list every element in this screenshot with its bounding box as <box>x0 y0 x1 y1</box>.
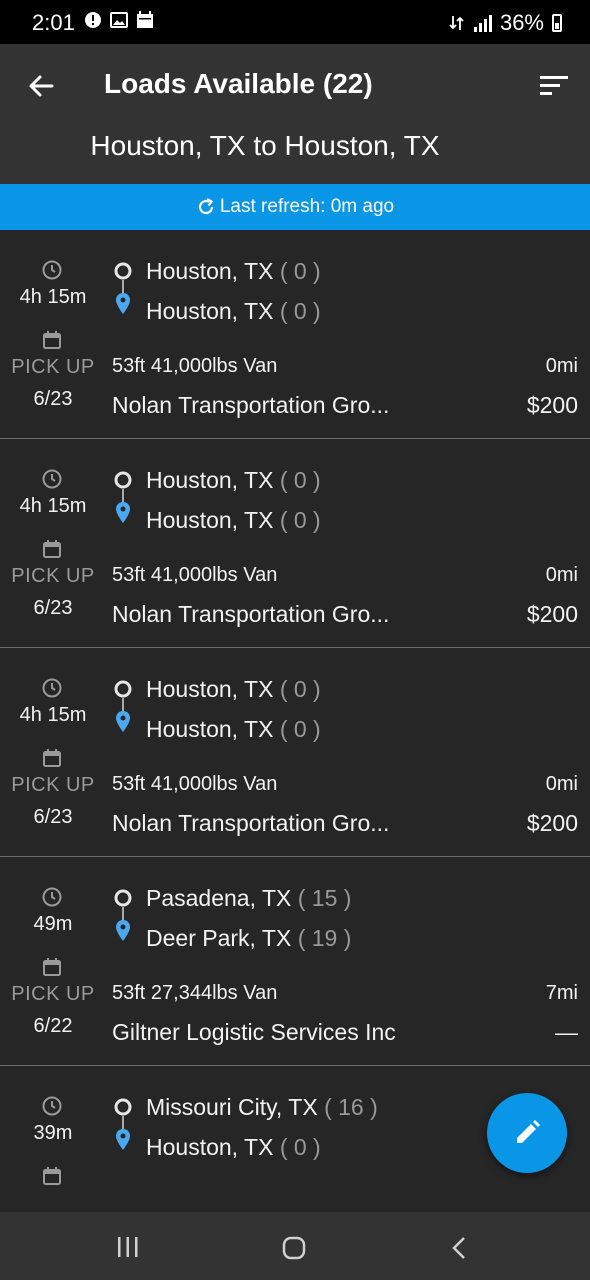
pickup-date: 6/23 <box>33 597 73 619</box>
dest-count: ( 0 ) <box>279 1134 321 1160</box>
origin-icon <box>114 680 132 698</box>
dest-city: Houston, TX ( 0 ) <box>146 298 321 324</box>
dest-city: Deer Park, TX ( 19 ) <box>146 925 352 951</box>
origin-count: ( 0 ) <box>279 676 321 702</box>
dest-city: Houston, TX ( 0 ) <box>146 507 321 533</box>
company-name: Nolan Transportation Gro... <box>112 601 390 627</box>
origin-city: Houston, TX ( 0 ) <box>146 467 321 493</box>
miles: 7mi <box>545 982 578 1004</box>
pickup-label: PICK UP <box>11 356 95 378</box>
arrow-left-icon[interactable] <box>22 66 62 106</box>
dest-city: Houston, TX ( 0 ) <box>146 716 321 742</box>
price: $200 <box>526 601 578 627</box>
image-icon <box>110 12 128 28</box>
company-name: Giltner Logistic Services Inc <box>112 1019 396 1045</box>
origin-count: ( 0 ) <box>279 467 321 493</box>
calendar-icon <box>43 1167 61 1185</box>
calendar-icon <box>137 11 153 28</box>
dest-count: ( 0 ) <box>279 716 321 742</box>
origin-count: ( 0 ) <box>279 258 321 284</box>
recent-apps-icon[interactable] <box>116 1236 140 1258</box>
home-icon[interactable] <box>282 1236 306 1260</box>
clock-icon <box>42 678 62 698</box>
loads-list[interactable]: 4h 15m PICK UP 6/23 Houston, TX ( 0 ) Ho… <box>0 230 590 1212</box>
route-subtitle: Houston, TX to Houston, TX <box>90 130 440 161</box>
load-duration: 39m <box>33 1122 73 1144</box>
page-title: Loads Available (22) <box>104 68 373 99</box>
calendar-icon <box>43 958 61 976</box>
pencil-icon <box>517 1120 540 1143</box>
back-nav-icon[interactable] <box>450 1236 468 1260</box>
pickup-label: PICK UP <box>11 774 95 796</box>
load-card[interactable]: 49m PICK UP 6/22 Pasadena, TX ( 15 ) Dee… <box>0 857 590 1066</box>
map-pin-icon <box>116 711 130 732</box>
calendar-icon <box>43 749 61 767</box>
load-duration: 49m <box>33 913 73 935</box>
load-card[interactable]: 4h 15m PICK UP 6/23 Houston, TX ( 0 ) Ho… <box>0 439 590 648</box>
edit-fab[interactable] <box>487 1093 567 1173</box>
dest-count: ( 19 ) <box>297 925 352 951</box>
app-header: Loads Available (22) Houston, TX to Hous… <box>0 44 590 184</box>
pickup-date: 6/22 <box>33 1015 73 1037</box>
calendar-icon <box>43 331 61 349</box>
status-bar: 2:01 36% <box>0 0 590 44</box>
clock-icon <box>42 1096 62 1116</box>
data-icon <box>449 16 464 30</box>
refresh-bar[interactable]: Last refresh: 0m ago <box>0 184 590 230</box>
load-card[interactable]: 4h 15m PICK UP 6/23 Houston, TX ( 0 ) Ho… <box>0 648 590 857</box>
refresh-text: Last refresh: 0m ago <box>219 196 395 217</box>
company-name: Nolan Transportation Gro... <box>112 810 390 836</box>
map-pin-icon <box>116 293 130 314</box>
miles: 0mi <box>545 355 578 377</box>
dest-count: ( 0 ) <box>279 298 321 324</box>
origin-count: ( 16 ) <box>324 1094 378 1120</box>
battery-icon <box>552 14 562 32</box>
status-time: 2:01 <box>32 10 75 35</box>
origin-city: Houston, TX ( 0 ) <box>146 258 321 284</box>
clock-icon <box>42 260 62 280</box>
map-pin-icon <box>116 1129 130 1150</box>
miles: 0mi <box>545 773 578 795</box>
price: $200 <box>526 392 578 418</box>
miles: 0mi <box>545 564 578 586</box>
origin-icon <box>114 889 132 907</box>
dest-city: Houston, TX ( 0 ) <box>146 1134 321 1160</box>
map-pin-icon <box>116 502 130 523</box>
alert-icon <box>85 12 101 28</box>
pickup-label: PICK UP <box>11 983 95 1005</box>
load-duration: 4h 15m <box>19 704 87 726</box>
load-duration: 4h 15m <box>19 495 87 517</box>
sort-icon[interactable] <box>534 66 574 106</box>
load-duration: 4h 15m <box>19 286 87 308</box>
map-pin-icon <box>116 920 130 941</box>
origin-icon <box>114 471 132 489</box>
origin-count: ( 15 ) <box>297 885 352 911</box>
origin-icon <box>114 262 132 280</box>
pickup-date: 6/23 <box>33 806 73 828</box>
equipment: 53ft 41,000lbs Van <box>112 564 278 586</box>
clock-icon <box>42 887 62 907</box>
refresh-icon <box>198 198 213 215</box>
origin-city: Missouri City, TX ( 16 ) <box>146 1094 378 1120</box>
equipment: 53ft 27,344lbs Van <box>112 982 278 1004</box>
dest-count: ( 0 ) <box>279 507 321 533</box>
price: $200 <box>526 810 578 836</box>
origin-city: Houston, TX ( 0 ) <box>146 676 321 702</box>
clock-icon <box>42 469 62 489</box>
origin-city: Pasadena, TX ( 15 ) <box>146 885 352 911</box>
system-nav-bar <box>0 1212 590 1280</box>
load-card[interactable]: 4h 15m PICK UP 6/23 Houston, TX ( 0 ) Ho… <box>0 230 590 439</box>
company-name: Nolan Transportation Gro... <box>112 392 390 418</box>
equipment: 53ft 41,000lbs Van <box>112 773 278 795</box>
origin-icon <box>114 1098 132 1116</box>
calendar-icon <box>43 540 61 558</box>
equipment: 53ft 41,000lbs Van <box>112 355 278 377</box>
pickup-date: 6/23 <box>33 388 73 410</box>
pickup-label: PICK UP <box>11 565 95 587</box>
battery-percent: 36% <box>499 10 544 35</box>
price: — <box>555 1019 578 1045</box>
signal-icon <box>473 14 492 32</box>
